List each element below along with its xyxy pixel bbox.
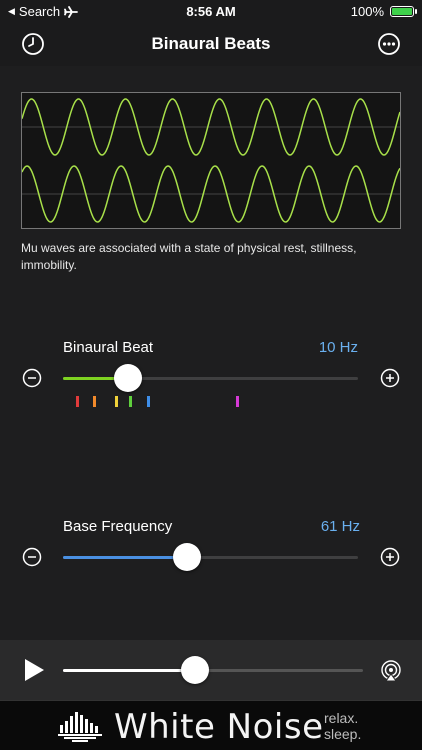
band-marker-5 bbox=[147, 396, 151, 407]
base-frequency-fill bbox=[63, 556, 187, 559]
status-bar: ◀ Search 8:56 AM 100% bbox=[0, 0, 422, 22]
banner-title: White Noise bbox=[114, 707, 324, 747]
banner-tagline: relax. sleep. bbox=[324, 710, 361, 742]
binaural-beat-label: Binaural Beat bbox=[63, 339, 154, 356]
band-marker-1 bbox=[76, 396, 80, 407]
play-icon[interactable] bbox=[22, 658, 46, 682]
base-frequency-thumb[interactable] bbox=[172, 543, 201, 571]
base-frequency-slider[interactable] bbox=[63, 556, 358, 559]
band-marker-4 bbox=[129, 396, 133, 407]
base-frequency-increase-button[interactable] bbox=[380, 547, 400, 567]
white-noise-banner[interactable]: White Noise relax. sleep. bbox=[0, 700, 422, 750]
band-marker-3 bbox=[114, 396, 118, 407]
binaural-beat-value: 10 Hz bbox=[318, 339, 358, 356]
page-title: Binaural Beats bbox=[151, 34, 271, 53]
playback-slider[interactable] bbox=[63, 669, 363, 672]
binaural-increase-button[interactable] bbox=[380, 368, 400, 388]
white-noise-logo-icon bbox=[58, 712, 102, 742]
playback-fill bbox=[63, 669, 195, 672]
binaural-beat-thumb[interactable] bbox=[113, 364, 142, 392]
status-right: 100% bbox=[350, 4, 417, 19]
airplay-icon[interactable] bbox=[380, 660, 402, 682]
more-icon[interactable] bbox=[376, 31, 402, 57]
battery-percent: 100% bbox=[350, 4, 384, 19]
binaural-beat-slider[interactable] bbox=[63, 377, 358, 380]
tagline-line-1: relax. bbox=[324, 710, 359, 726]
playback-thumb[interactable] bbox=[181, 656, 209, 684]
wave-description: Mu waves are associated with a state of … bbox=[21, 241, 357, 272]
waveform-graph bbox=[21, 98, 401, 223]
battery-icon bbox=[390, 6, 417, 17]
band-marker-6 bbox=[235, 396, 239, 407]
band-marker-2 bbox=[92, 396, 96, 407]
player-bar bbox=[0, 640, 422, 700]
base-frequency-decrease-button[interactable] bbox=[22, 547, 42, 567]
tagline-line-2: sleep. bbox=[324, 726, 362, 742]
base-frequency-value: 61 Hz bbox=[320, 518, 360, 535]
waveform-display bbox=[21, 92, 401, 229]
base-frequency-label: Base Frequency bbox=[63, 518, 173, 535]
binaural-decrease-button[interactable] bbox=[22, 368, 42, 388]
nav-bar: Binaural Beats bbox=[0, 22, 422, 66]
